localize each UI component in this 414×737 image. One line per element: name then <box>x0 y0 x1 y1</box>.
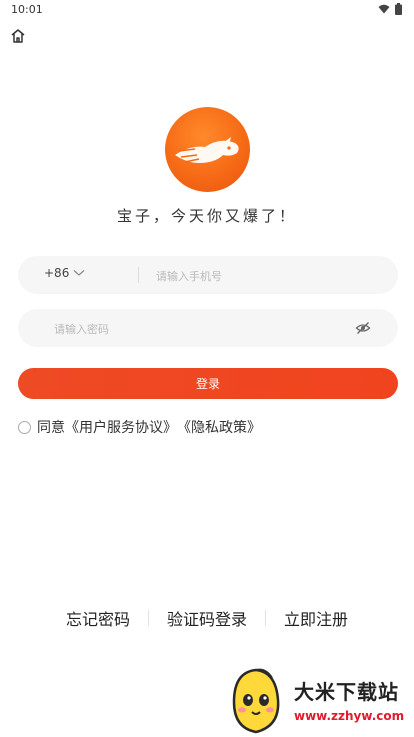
status-bar: 10:01 <box>0 0 414 22</box>
bottom-links: 忘记密码 验证码登录 立即注册 <box>0 606 414 630</box>
eye-hidden-icon[interactable] <box>355 320 371 336</box>
forgot-password-link[interactable]: 忘记密码 <box>48 606 148 630</box>
watermark-url: www.zzhyw.com <box>294 709 405 723</box>
password-input[interactable] <box>52 319 336 339</box>
country-code-selector[interactable]: +86 <box>44 266 85 280</box>
agree-radio[interactable] <box>18 420 31 434</box>
country-code-label: +86 <box>44 266 70 280</box>
phone-input-row: +86 <box>18 256 398 294</box>
dragon-icon <box>175 137 239 163</box>
app-logo <box>165 107 250 192</box>
slogan: 宝子，今天你又爆了！ <box>116 207 297 225</box>
privacy-policy-link[interactable]: 《隐私政策》 <box>177 417 261 437</box>
phone-input[interactable] <box>154 266 378 286</box>
home-icon[interactable] <box>9 27 27 45</box>
sms-login-link[interactable]: 验证码登录 <box>149 606 265 630</box>
status-icons <box>378 3 402 15</box>
battery-icon <box>395 3 402 15</box>
login-button[interactable]: 登录 <box>18 368 398 399</box>
watermark-title: 大米下载站 <box>294 680 399 704</box>
wifi-icon <box>378 4 390 14</box>
password-input-row <box>18 309 398 347</box>
agree-prefix: 同意 <box>37 420 65 436</box>
register-link[interactable]: 立即注册 <box>266 606 366 630</box>
input-divider <box>138 267 139 283</box>
mascot-icon <box>232 668 280 734</box>
status-time: 10:01 <box>11 3 43 16</box>
watermark: 大米下载站 www.zzhyw.com <box>224 666 414 737</box>
agreement-row: 同意 《用户服务协议》 《隐私政策》 <box>18 417 261 437</box>
user-agreement-link[interactable]: 《用户服务协议》 <box>65 417 177 437</box>
chevron-down-icon <box>73 270 85 276</box>
